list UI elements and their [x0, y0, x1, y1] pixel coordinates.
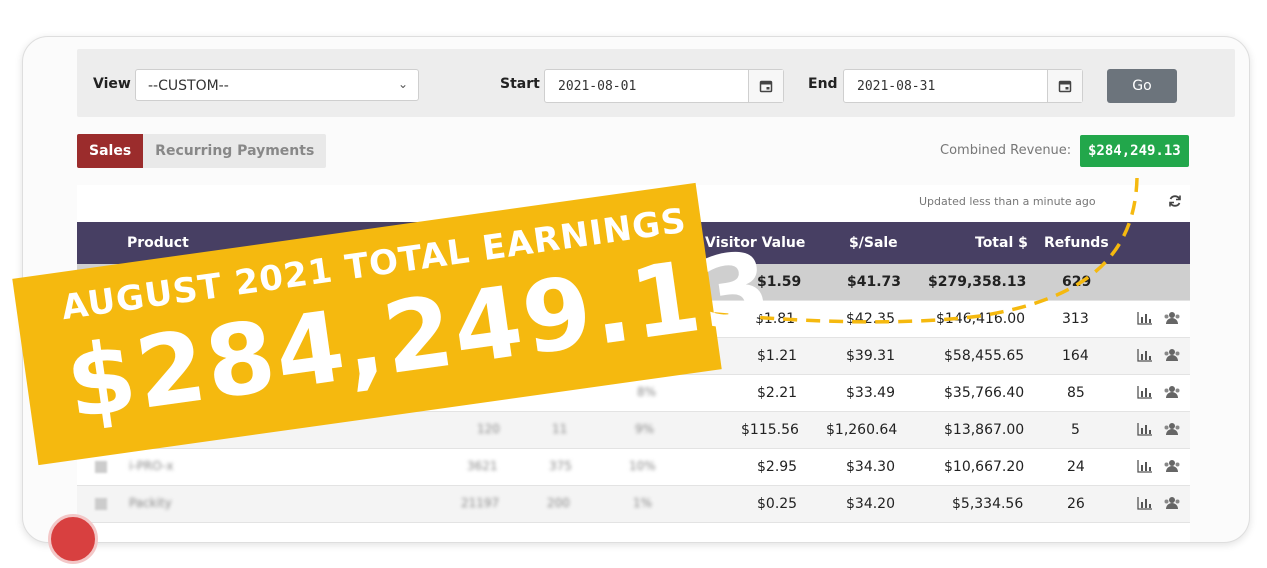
brand-logo-icon	[48, 514, 98, 564]
